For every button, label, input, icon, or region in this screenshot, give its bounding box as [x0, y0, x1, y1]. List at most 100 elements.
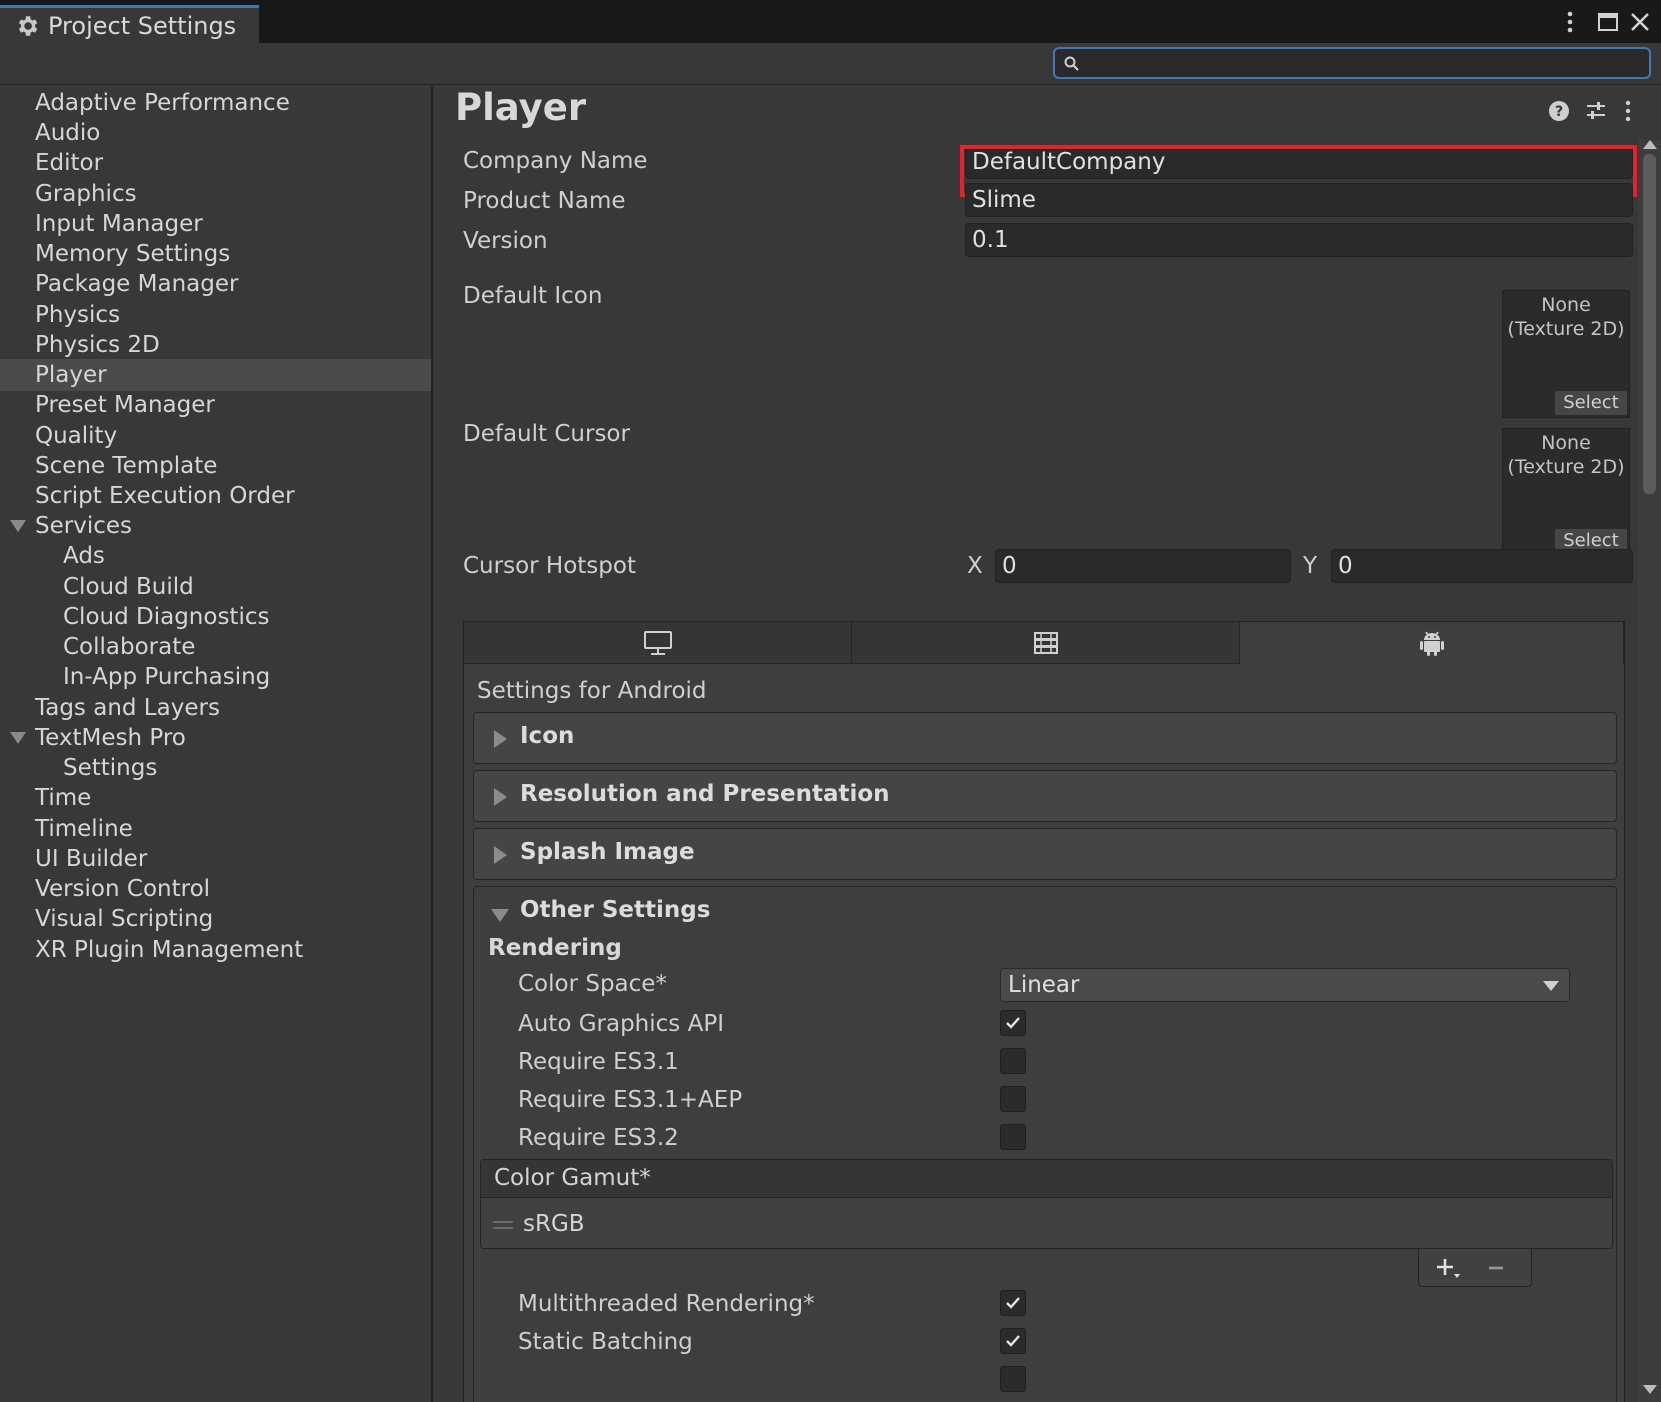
- version-field[interactable]: 0.1: [965, 223, 1633, 257]
- sidebar-item-textmesh-pro[interactable]: TextMesh Pro: [0, 722, 431, 754]
- sidebar-item-memory-settings[interactable]: Memory Settings: [0, 238, 431, 270]
- company-name-label: Company Name: [463, 148, 648, 174]
- foldout-title[interactable]: Other Settings: [520, 897, 710, 923]
- list-footer: [1418, 1249, 1532, 1287]
- help-icon[interactable]: ?: [1548, 100, 1570, 122]
- sidebar-item-quality[interactable]: Quality: [0, 420, 431, 452]
- expand-triangle-icon[interactable]: [10, 732, 26, 744]
- texture-type-text: (Texture 2D): [1507, 456, 1625, 478]
- foldout-title: Resolution and Presentation: [520, 781, 890, 807]
- sidebar-item-visual-scripting[interactable]: Visual Scripting: [0, 903, 431, 935]
- default-icon-label: Default Icon: [463, 283, 603, 309]
- require-es31-aep-checkbox[interactable]: [1000, 1086, 1026, 1112]
- search-input[interactable]: [1087, 51, 1637, 75]
- foldout-splash-section[interactable]: Splash Image: [473, 828, 1617, 880]
- maximize-icon[interactable]: [1596, 10, 1620, 34]
- auto-graphics-api-checkbox[interactable]: [1000, 1010, 1026, 1036]
- vertical-scrollbar[interactable]: [1638, 140, 1661, 1402]
- sidebar-item-textmesh-settings[interactable]: Settings: [0, 752, 431, 784]
- tab-server[interactable]: [852, 622, 1240, 664]
- sidebar-item-tags-and-layers[interactable]: Tags and Layers: [0, 692, 431, 724]
- remove-icon[interactable]: [1487, 1261, 1505, 1275]
- checkmark-icon: [1006, 1335, 1020, 1347]
- sidebar-item-ads[interactable]: Ads: [0, 540, 431, 572]
- player-settings-panel: Player ? Company Name DefaultCompany Pro…: [435, 86, 1661, 1402]
- sidebar-item-adaptive-performance[interactable]: Adaptive Performance: [0, 87, 431, 119]
- sidebar-item-physics[interactable]: Physics: [0, 299, 431, 331]
- foldout-resolution-section[interactable]: Resolution and Presentation: [473, 770, 1617, 822]
- title-bar: Project Settings: [0, 0, 1661, 43]
- sidebar-item-collaborate[interactable]: Collaborate: [0, 631, 431, 663]
- scroll-down-arrow-icon[interactable]: [1643, 1385, 1657, 1394]
- gear-icon: [18, 15, 38, 36]
- scrollbar-thumb[interactable]: [1643, 154, 1656, 494]
- tab-android[interactable]: [1240, 622, 1624, 664]
- multithreaded-rendering-label: Multithreaded Rendering*: [518, 1291, 815, 1317]
- search-box[interactable]: [1053, 47, 1651, 79]
- product-name-field[interactable]: Slime: [965, 183, 1633, 217]
- default-icon-slot[interactable]: None (Texture 2D) Select: [1502, 290, 1630, 418]
- sidebar-item-player[interactable]: Player: [0, 359, 431, 391]
- hotspot-x-field[interactable]: 0: [995, 549, 1291, 583]
- color-space-dropdown[interactable]: Linear: [1000, 968, 1570, 1002]
- product-name-label: Product Name: [463, 188, 626, 214]
- tab-standalone[interactable]: [464, 622, 852, 664]
- foldout-arrow-icon: [494, 730, 507, 748]
- settings-for-label: Settings for Android: [477, 678, 707, 704]
- scroll-up-arrow-icon[interactable]: [1643, 140, 1657, 149]
- sidebar-item-physics-2d[interactable]: Physics 2D: [0, 329, 431, 361]
- add-icon[interactable]: [1435, 1257, 1461, 1281]
- sidebar-item-cloud-diagnostics[interactable]: Cloud Diagnostics: [0, 601, 431, 633]
- sidebar-item-preset-manager[interactable]: Preset Manager: [0, 389, 431, 421]
- tab-title: Project Settings: [48, 11, 237, 40]
- default-cursor-label: Default Cursor: [463, 421, 630, 447]
- drag-handle-icon[interactable]: [493, 1221, 513, 1229]
- sidebar-item-time[interactable]: Time: [0, 782, 431, 814]
- color-gamut-list: Color Gamut* sRGB: [480, 1159, 1613, 1249]
- sidebar-item-graphics[interactable]: Graphics: [0, 178, 431, 210]
- hotspot-y-field[interactable]: 0: [1331, 549, 1633, 583]
- foldout-arrow-icon[interactable]: [491, 909, 509, 922]
- sidebar-item-script-execution-order[interactable]: Script Execution Order: [0, 480, 431, 512]
- sidebar-item-timeline[interactable]: Timeline: [0, 813, 431, 845]
- require-es31-aep-label: Require ES3.1+AEP: [518, 1087, 743, 1113]
- select-button[interactable]: Select: [1555, 391, 1627, 415]
- default-cursor-slot[interactable]: None (Texture 2D) Select: [1502, 428, 1630, 556]
- foldout-other-settings-section: Other Settings Rendering Color Space* Li…: [473, 886, 1617, 1402]
- sidebar-item-xr-plugin-management[interactable]: XR Plugin Management: [0, 934, 431, 966]
- sidebar-item-cloud-build[interactable]: Cloud Build: [0, 571, 431, 603]
- sidebar-item-editor[interactable]: Editor: [0, 147, 431, 179]
- auto-graphics-api-label: Auto Graphics API: [518, 1011, 724, 1037]
- android-icon: [1419, 631, 1444, 656]
- multithreaded-rendering-checkbox[interactable]: [1000, 1290, 1026, 1316]
- list-item[interactable]: sRGB: [481, 1200, 1612, 1248]
- next-setting-checkbox[interactable]: [1000, 1366, 1026, 1392]
- static-batching-label: Static Batching: [518, 1329, 693, 1355]
- close-icon[interactable]: [1628, 10, 1652, 34]
- foldout-title: Splash Image: [520, 839, 695, 865]
- cursor-hotspot-label: Cursor Hotspot: [463, 553, 636, 579]
- require-es31-checkbox[interactable]: [1000, 1048, 1026, 1074]
- project-settings-tab[interactable]: Project Settings: [0, 5, 259, 43]
- sidebar-item-audio[interactable]: Audio: [0, 117, 431, 149]
- sidebar-item-version-control[interactable]: Version Control: [0, 873, 431, 905]
- preset-sliders-icon[interactable]: [1585, 100, 1607, 122]
- require-es32-checkbox[interactable]: [1000, 1124, 1026, 1150]
- static-batching-checkbox[interactable]: [1000, 1328, 1026, 1354]
- color-space-label: Color Space*: [518, 971, 667, 997]
- sidebar-item-label: TextMesh Pro: [35, 725, 186, 751]
- sidebar-item-input-manager[interactable]: Input Manager: [0, 208, 431, 240]
- monitor-icon: [643, 630, 672, 655]
- toolbar: [0, 43, 1661, 85]
- sidebar-item-services[interactable]: Services: [0, 510, 431, 542]
- require-es32-label: Require ES3.2: [518, 1125, 679, 1151]
- platform-settings-panel: Settings for Android Icon Resolution and…: [463, 621, 1625, 1402]
- sidebar-item-scene-template[interactable]: Scene Template: [0, 450, 431, 482]
- foldout-icon-section[interactable]: Icon: [473, 712, 1617, 764]
- sidebar-item-in-app-purchasing[interactable]: In-App Purchasing: [0, 661, 431, 693]
- more-options-icon[interactable]: [1624, 100, 1632, 122]
- sidebar-item-ui-builder[interactable]: UI Builder: [0, 843, 431, 875]
- sidebar-item-package-manager[interactable]: Package Manager: [0, 268, 431, 300]
- kebab-menu-icon[interactable]: [1565, 10, 1575, 34]
- expand-triangle-icon[interactable]: [10, 520, 26, 532]
